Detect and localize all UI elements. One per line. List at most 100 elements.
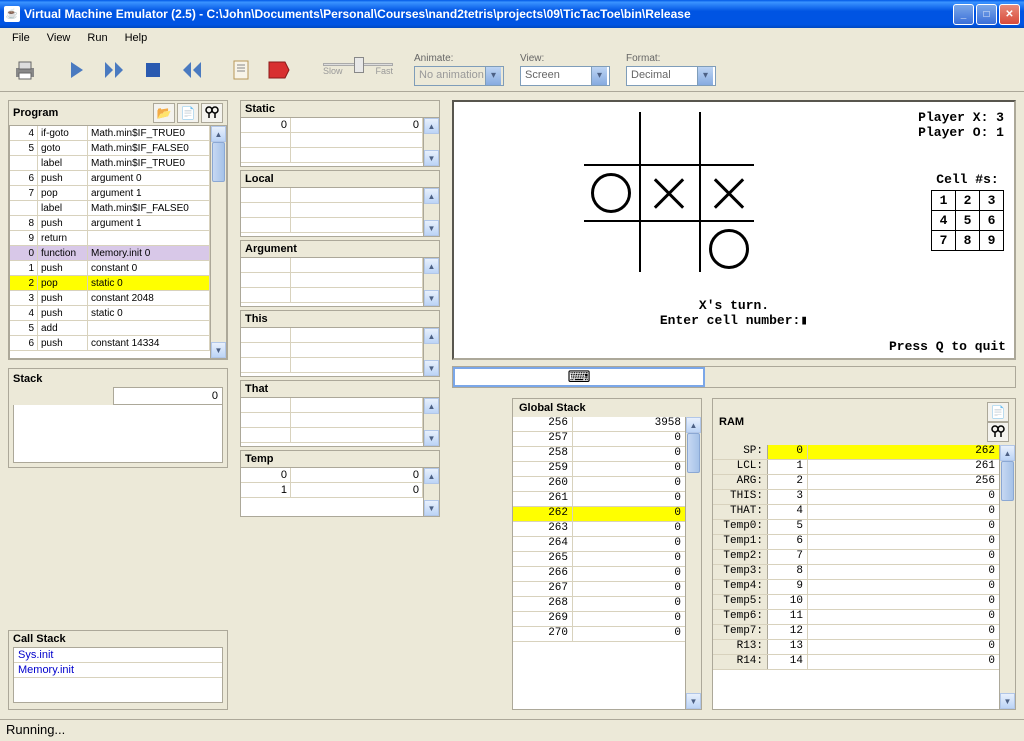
- program-row[interactable]: 9return: [10, 231, 210, 246]
- program-row[interactable]: 6pushargument 0: [10, 171, 210, 186]
- open-folder-button[interactable]: 📂: [153, 103, 175, 123]
- gstack-row[interactable]: 2660: [513, 567, 685, 582]
- seg-row[interactable]: 00: [241, 468, 423, 483]
- ram-row[interactable]: Temp2:70: [713, 550, 999, 565]
- this-scrollbar[interactable]: ▲▼: [423, 328, 439, 376]
- find-button[interactable]: [201, 103, 223, 123]
- fast-forward-button[interactable]: [98, 53, 132, 87]
- program-row[interactable]: 5gotoMath.min$IF_FALSE0: [10, 141, 210, 156]
- that-scrollbar[interactable]: ▲▼: [423, 398, 439, 446]
- menu-file[interactable]: File: [5, 30, 37, 46]
- script-button[interactable]: [224, 53, 258, 87]
- ram-row[interactable]: Temp1:60: [713, 535, 999, 550]
- seg-row[interactable]: [241, 413, 423, 428]
- seg-row[interactable]: [241, 343, 423, 358]
- program-row[interactable]: 2popstatic 0: [10, 276, 210, 291]
- seg-row[interactable]: [241, 218, 423, 233]
- ram-row[interactable]: Temp7:120: [713, 625, 999, 640]
- ram-row[interactable]: Temp6:110: [713, 610, 999, 625]
- program-row[interactable]: 0functionMemory.init 0: [10, 246, 210, 261]
- speed-slider[interactable]: [323, 63, 393, 66]
- ram-row[interactable]: Temp0:50: [713, 520, 999, 535]
- ram-row[interactable]: Temp5:100: [713, 595, 999, 610]
- seg-row[interactable]: [241, 258, 423, 273]
- ram-row[interactable]: R13:130: [713, 640, 999, 655]
- seg-row[interactable]: [241, 328, 423, 343]
- ram-row[interactable]: Temp4:90: [713, 580, 999, 595]
- ram-row[interactable]: SP:0262: [713, 445, 999, 460]
- local-scrollbar[interactable]: ▲▼: [423, 188, 439, 236]
- seg-row[interactable]: [241, 273, 423, 288]
- gstack-scrollbar[interactable]: ▲▼: [685, 417, 701, 709]
- program-row[interactable]: labelMath.min$IF_TRUE0: [10, 156, 210, 171]
- keyboard-input[interactable]: ⌨: [453, 367, 705, 387]
- status-bar: Running...: [0, 719, 1024, 741]
- program-row[interactable]: 1pushconstant 0: [10, 261, 210, 276]
- menu-run[interactable]: Run: [80, 30, 114, 46]
- callstack-item[interactable]: Sys.init: [14, 648, 222, 663]
- program-row[interactable]: 6pushconstant 14334: [10, 336, 210, 351]
- stop-button[interactable]: [136, 53, 170, 87]
- minimize-button[interactable]: _: [953, 4, 974, 25]
- program-row[interactable]: 3pushconstant 2048: [10, 291, 210, 306]
- seg-row[interactable]: [241, 358, 423, 373]
- seg-row[interactable]: [241, 188, 423, 203]
- breakpoint-button[interactable]: [262, 53, 296, 87]
- step-button[interactable]: [60, 53, 94, 87]
- ram-row[interactable]: THIS:30: [713, 490, 999, 505]
- format-combo[interactable]: Decimal: [626, 66, 716, 86]
- callstack-item[interactable]: Memory.init: [14, 663, 222, 678]
- gstack-row[interactable]: 2690: [513, 612, 685, 627]
- gstack-row[interactable]: 2700: [513, 627, 685, 642]
- seg-row[interactable]: [241, 203, 423, 218]
- ram-row[interactable]: LCL:1261: [713, 460, 999, 475]
- score-text: Player X: 3 Player O: 1: [918, 110, 1004, 140]
- ram-row[interactable]: THAT:40: [713, 505, 999, 520]
- gstack-row[interactable]: 2570: [513, 432, 685, 447]
- gstack-row[interactable]: 2590: [513, 462, 685, 477]
- ram-row[interactable]: R14:140: [713, 655, 999, 670]
- print-button[interactable]: [8, 53, 42, 87]
- rewind-button[interactable]: [174, 53, 208, 87]
- maximize-button[interactable]: □: [976, 4, 997, 25]
- view-combo[interactable]: Screen: [520, 66, 610, 86]
- new-file-button[interactable]: 📄: [177, 103, 199, 123]
- program-row[interactable]: 4if-gotoMath.min$IF_TRUE0: [10, 126, 210, 141]
- program-row[interactable]: 4pushstatic 0: [10, 306, 210, 321]
- gstack-row[interactable]: 2670: [513, 582, 685, 597]
- gstack-row[interactable]: 2630: [513, 522, 685, 537]
- program-row[interactable]: 8pushargument 1: [10, 216, 210, 231]
- program-scrollbar[interactable]: ▲▼: [210, 126, 226, 358]
- seg-row[interactable]: [241, 398, 423, 413]
- program-row[interactable]: 5add: [10, 321, 210, 336]
- gstack-row[interactable]: 2640: [513, 537, 685, 552]
- seg-row[interactable]: [241, 288, 423, 303]
- seg-row[interactable]: [241, 133, 423, 148]
- ram-file-button[interactable]: 📄: [987, 402, 1009, 422]
- gstack-row[interactable]: 2600: [513, 477, 685, 492]
- gstack-row[interactable]: 2650: [513, 552, 685, 567]
- gstack-row[interactable]: 2680: [513, 597, 685, 612]
- seg-row[interactable]: [241, 428, 423, 443]
- ram-row[interactable]: ARG:2256: [713, 475, 999, 490]
- ram-find-button[interactable]: [987, 422, 1009, 442]
- temp-panel: Temp0010▲▼: [240, 450, 440, 517]
- gstack-row[interactable]: 2610: [513, 492, 685, 507]
- static-scrollbar[interactable]: ▲▼: [423, 118, 439, 166]
- animate-combo[interactable]: No animation: [414, 66, 504, 86]
- gstack-row[interactable]: 2580: [513, 447, 685, 462]
- menu-view[interactable]: View: [40, 30, 78, 46]
- ram-row[interactable]: Temp3:80: [713, 565, 999, 580]
- program-row[interactable]: 7popargument 1: [10, 186, 210, 201]
- close-button[interactable]: ✕: [999, 4, 1020, 25]
- argument-scrollbar[interactable]: ▲▼: [423, 258, 439, 306]
- seg-row[interactable]: [241, 148, 423, 163]
- program-row[interactable]: labelMath.min$IF_FALSE0: [10, 201, 210, 216]
- gstack-row[interactable]: 2563958: [513, 417, 685, 432]
- menu-help[interactable]: Help: [118, 30, 155, 46]
- gstack-row[interactable]: 2620: [513, 507, 685, 522]
- seg-row[interactable]: 00: [241, 118, 423, 133]
- ram-scrollbar[interactable]: ▲▼: [999, 445, 1015, 709]
- temp-scrollbar[interactable]: ▲▼: [423, 468, 439, 516]
- seg-row[interactable]: 10: [241, 483, 423, 498]
